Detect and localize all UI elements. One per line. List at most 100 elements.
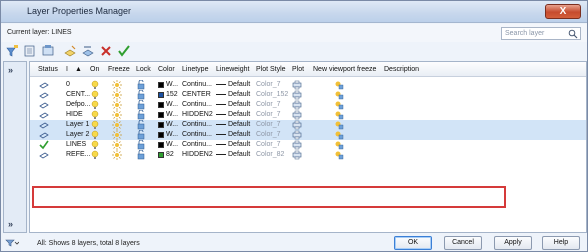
new-vp-freeze-icon[interactable] [334,130,344,140]
unlocked-padlock-icon[interactable] [136,90,146,100]
new-group-filter-icon[interactable] [23,44,37,58]
plotter-icon[interactable] [292,100,302,110]
layer-status-icon[interactable] [39,130,49,140]
col-plot-style[interactable]: Plot Style [256,66,286,73]
color-swatch[interactable] [158,82,164,88]
new-vp-freeze-icon[interactable] [334,150,344,160]
plot-style-value: Color_82 [256,151,285,158]
plotter-icon[interactable] [292,130,302,140]
layer-status-icon[interactable] [39,150,49,160]
lineweight-value: Default [228,121,251,128]
search-icon[interactable] [568,29,578,39]
freeze-sun-icon[interactable] [112,150,122,160]
on-bulb-icon[interactable] [90,130,100,140]
ok-button[interactable]: OK [394,236,432,250]
layer-row[interactable]: Layer 2 W... Continu... Default Color_7 [30,130,586,140]
search-input[interactable]: Search layer [501,27,581,40]
new-vp-freeze-icon[interactable] [334,120,344,130]
collapse-filter-tree-icon[interactable]: » [8,219,13,229]
on-bulb-icon[interactable] [90,150,100,160]
new-vp-freeze-icon[interactable] [334,110,344,120]
new-property-filter-icon[interactable] [5,44,19,58]
color-swatch[interactable] [158,142,164,148]
unlocked-padlock-icon[interactable] [136,140,146,150]
layer-row[interactable]: HIDE W... HIDDEN2 Default Color_7 [30,110,586,120]
plotter-icon[interactable] [292,140,302,150]
freeze-sun-icon[interactable] [112,80,122,90]
new-vp-freeze-icon[interactable] [334,90,344,100]
col-on[interactable]: On [90,66,99,73]
invert-filter-icon[interactable] [5,237,19,248]
layer-row[interactable]: REFE... 82 HIDDEN2 Default Color_82 [30,150,586,160]
freeze-sun-icon[interactable] [112,120,122,130]
freeze-sun-icon[interactable] [112,130,122,140]
unlocked-padlock-icon[interactable] [136,80,146,90]
color-swatch[interactable] [158,112,164,118]
on-bulb-icon[interactable] [90,80,100,90]
plotter-icon[interactable] [292,80,302,90]
apply-button[interactable]: Apply [494,236,532,250]
on-bulb-icon[interactable] [90,100,100,110]
layer-row[interactable]: Layer 1 W... Continu... Default Color_7 [30,120,586,130]
expand-filter-tree-icon[interactable]: » [8,65,13,75]
layer-row[interactable]: Defpo... W... Continu... Default Color_7 [30,100,586,110]
freeze-sun-icon[interactable] [112,110,122,120]
col-status[interactable]: Status [38,66,58,73]
col-lock[interactable]: Lock [136,66,151,73]
on-bulb-icon[interactable] [90,90,100,100]
filter-tree-panel[interactable]: » » [3,61,27,233]
layer-status-icon[interactable] [39,110,49,120]
col-name[interactable]: I [66,66,68,73]
layer-row[interactable]: 0 W... Continu... Default Color_7 [30,80,586,90]
on-bulb-icon[interactable] [90,140,100,150]
col-color[interactable]: Color [158,66,175,73]
unlocked-padlock-icon[interactable] [136,120,146,130]
color-swatch[interactable] [158,122,164,128]
color-swatch[interactable] [158,92,164,98]
plotter-icon[interactable] [292,120,302,130]
new-layer-icon[interactable] [63,44,77,58]
set-current-icon[interactable] [117,44,131,58]
layer-states-manager-icon[interactable] [41,44,55,58]
color-swatch[interactable] [158,132,164,138]
layer-status-icon[interactable] [39,100,49,110]
unlocked-padlock-icon[interactable] [136,130,146,140]
close-button[interactable]: X [545,4,581,19]
help-button[interactable]: Help [542,236,580,250]
col-plot[interactable]: Plot [292,66,304,73]
col-new-vp-freeze[interactable]: New viewport freeze [313,66,376,73]
new-layer-vp-frozen-icon[interactable] [81,44,95,58]
new-vp-freeze-icon[interactable] [334,100,344,110]
color-swatch[interactable] [158,102,164,108]
new-vp-freeze-icon[interactable] [334,80,344,90]
layer-list[interactable]: Status I ▲ On Freeze Lock Color Linetype… [29,61,587,233]
layer-status-icon[interactable] [39,80,49,90]
lineweight-value: Default [228,91,251,98]
delete-layer-icon[interactable] [99,44,113,58]
new-vp-freeze-icon[interactable] [334,140,344,150]
freeze-sun-icon[interactable] [112,140,122,150]
col-linetype[interactable]: Linetype [182,66,208,73]
unlocked-padlock-icon[interactable] [136,110,146,120]
on-bulb-icon[interactable] [90,110,100,120]
plotter-icon[interactable] [292,110,302,120]
on-bulb-icon[interactable] [90,120,100,130]
cancel-button[interactable]: Cancel [444,236,482,250]
col-lineweight[interactable]: Lineweight [216,66,249,73]
layer-row[interactable]: LINES W... Continu... Default Color_7 [30,140,586,150]
freeze-sun-icon[interactable] [112,90,122,100]
col-description[interactable]: Description [384,66,419,73]
plotter-icon[interactable] [292,90,302,100]
unlocked-padlock-icon[interactable] [136,100,146,110]
current-layer-check-icon[interactable] [39,140,49,150]
unlocked-padlock-icon[interactable] [136,150,146,160]
title-bar[interactable]: Layer Properties Manager X [1,1,587,23]
layer-status-icon[interactable] [39,90,49,100]
sort-ascending-icon[interactable]: ▲ [75,66,82,73]
layer-row[interactable]: CENT... 152 CENTER Default Color_152 [30,90,586,100]
freeze-sun-icon[interactable] [112,100,122,110]
color-swatch[interactable] [158,152,164,158]
col-freeze[interactable]: Freeze [108,66,130,73]
layer-status-icon[interactable] [39,120,49,130]
plotter-icon[interactable] [292,150,302,160]
